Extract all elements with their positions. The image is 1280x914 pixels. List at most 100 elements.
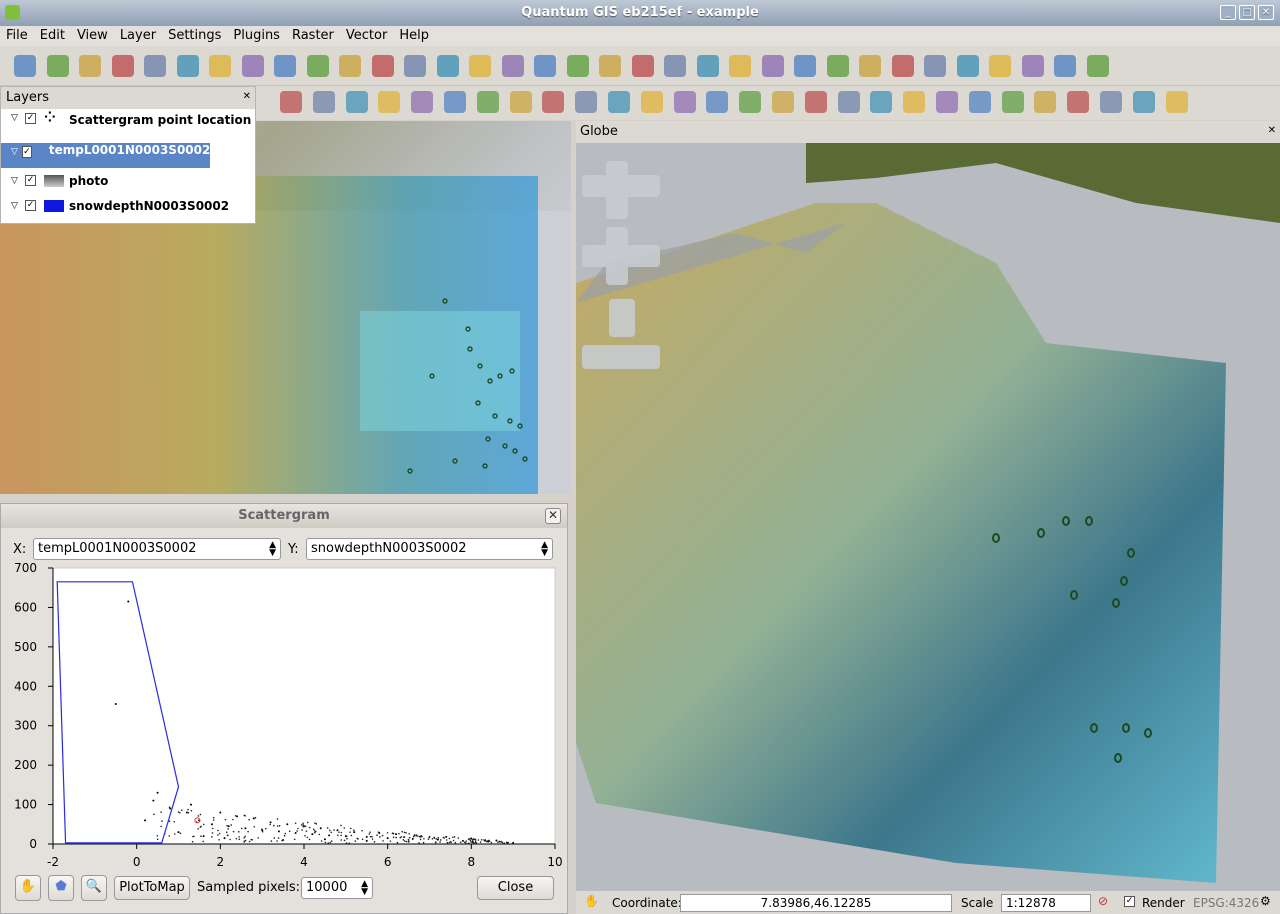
toolbar-icon[interactable]: [79, 55, 101, 77]
toolbar-icon[interactable]: [805, 91, 827, 113]
toolbar-icon[interactable]: [989, 55, 1011, 77]
toolbar-icon[interactable]: [1054, 55, 1076, 77]
toolbar-icon[interactable]: [144, 55, 166, 77]
polygon-tool-button[interactable]: ⬟: [48, 875, 74, 901]
zoom-tool-button[interactable]: 🔍: [81, 875, 107, 901]
globe-panel-close-icon[interactable]: ✕: [1268, 125, 1276, 136]
toolbar-icon[interactable]: [502, 55, 524, 77]
expand-triangle-icon[interactable]: ▽: [11, 147, 18, 157]
toolbar-icon[interactable]: [1022, 55, 1044, 77]
projection-icon[interactable]: ⚙: [1260, 894, 1271, 908]
toolbar-icon[interactable]: [372, 55, 394, 77]
toolbar-icon[interactable]: [697, 55, 719, 77]
toolbar-icon[interactable]: [892, 55, 914, 77]
toolbar-icon[interactable]: [444, 91, 466, 113]
menu-settings[interactable]: Settings: [168, 26, 227, 46]
toolbar-icon[interactable]: [608, 91, 630, 113]
toolbar-icon[interactable]: [437, 55, 459, 77]
layers-panel-close-icon[interactable]: ✕: [243, 91, 251, 102]
plot-to-map-button[interactable]: PlotToMap: [114, 876, 190, 900]
toolbar-icon[interactable]: [209, 55, 231, 77]
layer-visibility-checkbox[interactable]: ✓: [25, 200, 36, 211]
toolbar-icon[interactable]: [762, 55, 784, 77]
toolbar-icon[interactable]: [772, 91, 794, 113]
toolbar-icon[interactable]: [47, 55, 69, 77]
toolbar-icon[interactable]: [794, 55, 816, 77]
layer-row[interactable]: ▽ ✓ snowdepthN0003S0002: [1, 193, 255, 218]
toolbar-icon[interactable]: [903, 91, 925, 113]
coordinate-field[interactable]: 7.83986,46.12285: [680, 894, 952, 912]
toolbar-icon[interactable]: [177, 55, 199, 77]
layer-row-selected[interactable]: ▽ ✓ tempL0001N0003S0002: [1, 143, 210, 168]
toolbar-icon[interactable]: [280, 91, 302, 113]
layer-visibility-checkbox[interactable]: ✓: [25, 175, 36, 186]
toolbar-icon[interactable]: [404, 55, 426, 77]
maximize-button[interactable]: □: [1239, 5, 1255, 20]
menu-plugins[interactable]: Plugins: [233, 26, 286, 46]
menu-raster[interactable]: Raster: [292, 26, 340, 46]
toolbar-icon[interactable]: [827, 55, 849, 77]
layer-visibility-checkbox[interactable]: ✓: [22, 146, 32, 158]
toolbar-icon[interactable]: [599, 55, 621, 77]
toolbar-icon[interactable]: [1067, 91, 1089, 113]
x-layer-select[interactable]: tempL0001N0003S0002 ▲ ▼: [33, 538, 281, 560]
toolbar-icon[interactable]: [274, 55, 296, 77]
toolbar-icon[interactable]: [1002, 91, 1024, 113]
y-layer-select[interactable]: snowdepthN0003S0002 ▲ ▼: [306, 538, 553, 560]
toolbar-icon[interactable]: [664, 55, 686, 77]
toolbar-icon[interactable]: [706, 91, 728, 113]
layer-row[interactable]: ▽ ✓ photo: [1, 168, 255, 193]
close-button[interactable]: Close: [477, 876, 554, 900]
toolbar-icon[interactable]: [411, 91, 433, 113]
toolbar-icon[interactable]: [859, 55, 881, 77]
expand-triangle-icon[interactable]: ▽: [11, 176, 25, 186]
toolbar-icon[interactable]: [1166, 91, 1188, 113]
toolbar-icon[interactable]: [542, 91, 564, 113]
render-checkbox[interactable]: ✓: [1124, 896, 1135, 907]
layer-row[interactable]: ▽ ✓ ⁘ Scattergram point location: [1, 109, 255, 143]
toolbar-icon[interactable]: [534, 55, 556, 77]
toolbar-icon[interactable]: [924, 55, 946, 77]
toolbar-icon[interactable]: [1133, 91, 1155, 113]
stop-render-icon[interactable]: ⊘: [1098, 894, 1108, 908]
select-tool-button[interactable]: ✋: [15, 875, 41, 901]
toolbar-icon[interactable]: [378, 91, 400, 113]
toolbar-icon[interactable]: [1034, 91, 1056, 113]
scatter-chart[interactable]: -2 0 2 4 6 8 100100200300400500600700: [1, 562, 567, 872]
scattergram-close-icon[interactable]: ✕: [545, 508, 561, 524]
toolbar-icon[interactable]: [739, 91, 761, 113]
toolbar-icon[interactable]: [729, 55, 751, 77]
menu-edit[interactable]: Edit: [40, 26, 71, 46]
close-window-button[interactable]: ✕: [1258, 5, 1274, 20]
toolbar-icon[interactable]: [510, 91, 532, 113]
menu-vector[interactable]: Vector: [346, 26, 393, 46]
toolbar-icon[interactable]: [112, 55, 134, 77]
toolbar-icon[interactable]: [641, 91, 663, 113]
menu-file[interactable]: File: [6, 26, 34, 46]
layer-visibility-checkbox[interactable]: ✓: [25, 113, 36, 124]
globe-panel[interactable]: Globe ✕: [576, 121, 1280, 891]
menu-view[interactable]: View: [77, 26, 114, 46]
toolbar-icon[interactable]: [870, 91, 892, 113]
toolbar-icon[interactable]: [307, 55, 329, 77]
toolbar-icon[interactable]: [242, 55, 264, 77]
menu-layer[interactable]: Layer: [120, 26, 162, 46]
toolbar-icon[interactable]: [313, 91, 335, 113]
toolbar-icon[interactable]: [14, 55, 36, 77]
toolbar-icon[interactable]: [957, 55, 979, 77]
toolbar-icon[interactable]: [477, 91, 499, 113]
toolbar-icon[interactable]: [1087, 55, 1109, 77]
menu-help[interactable]: Help: [399, 26, 435, 46]
toolbar-icon[interactable]: [969, 91, 991, 113]
scale-field[interactable]: 1:12878: [1001, 894, 1091, 912]
toolbar-icon[interactable]: [1100, 91, 1122, 113]
toolbar-icon[interactable]: [346, 91, 368, 113]
globe-3d-view[interactable]: [576, 143, 1280, 891]
expand-triangle-icon[interactable]: ▽: [11, 201, 25, 211]
toolbar-icon[interactable]: [339, 55, 361, 77]
toolbar-icon[interactable]: [575, 91, 597, 113]
toolbar-icon[interactable]: [936, 91, 958, 113]
toolbar-icon[interactable]: [838, 91, 860, 113]
expand-triangle-icon[interactable]: ▽: [11, 113, 25, 123]
sampled-pixels-spinbox[interactable]: 10000 ▲ ▼: [301, 877, 373, 899]
